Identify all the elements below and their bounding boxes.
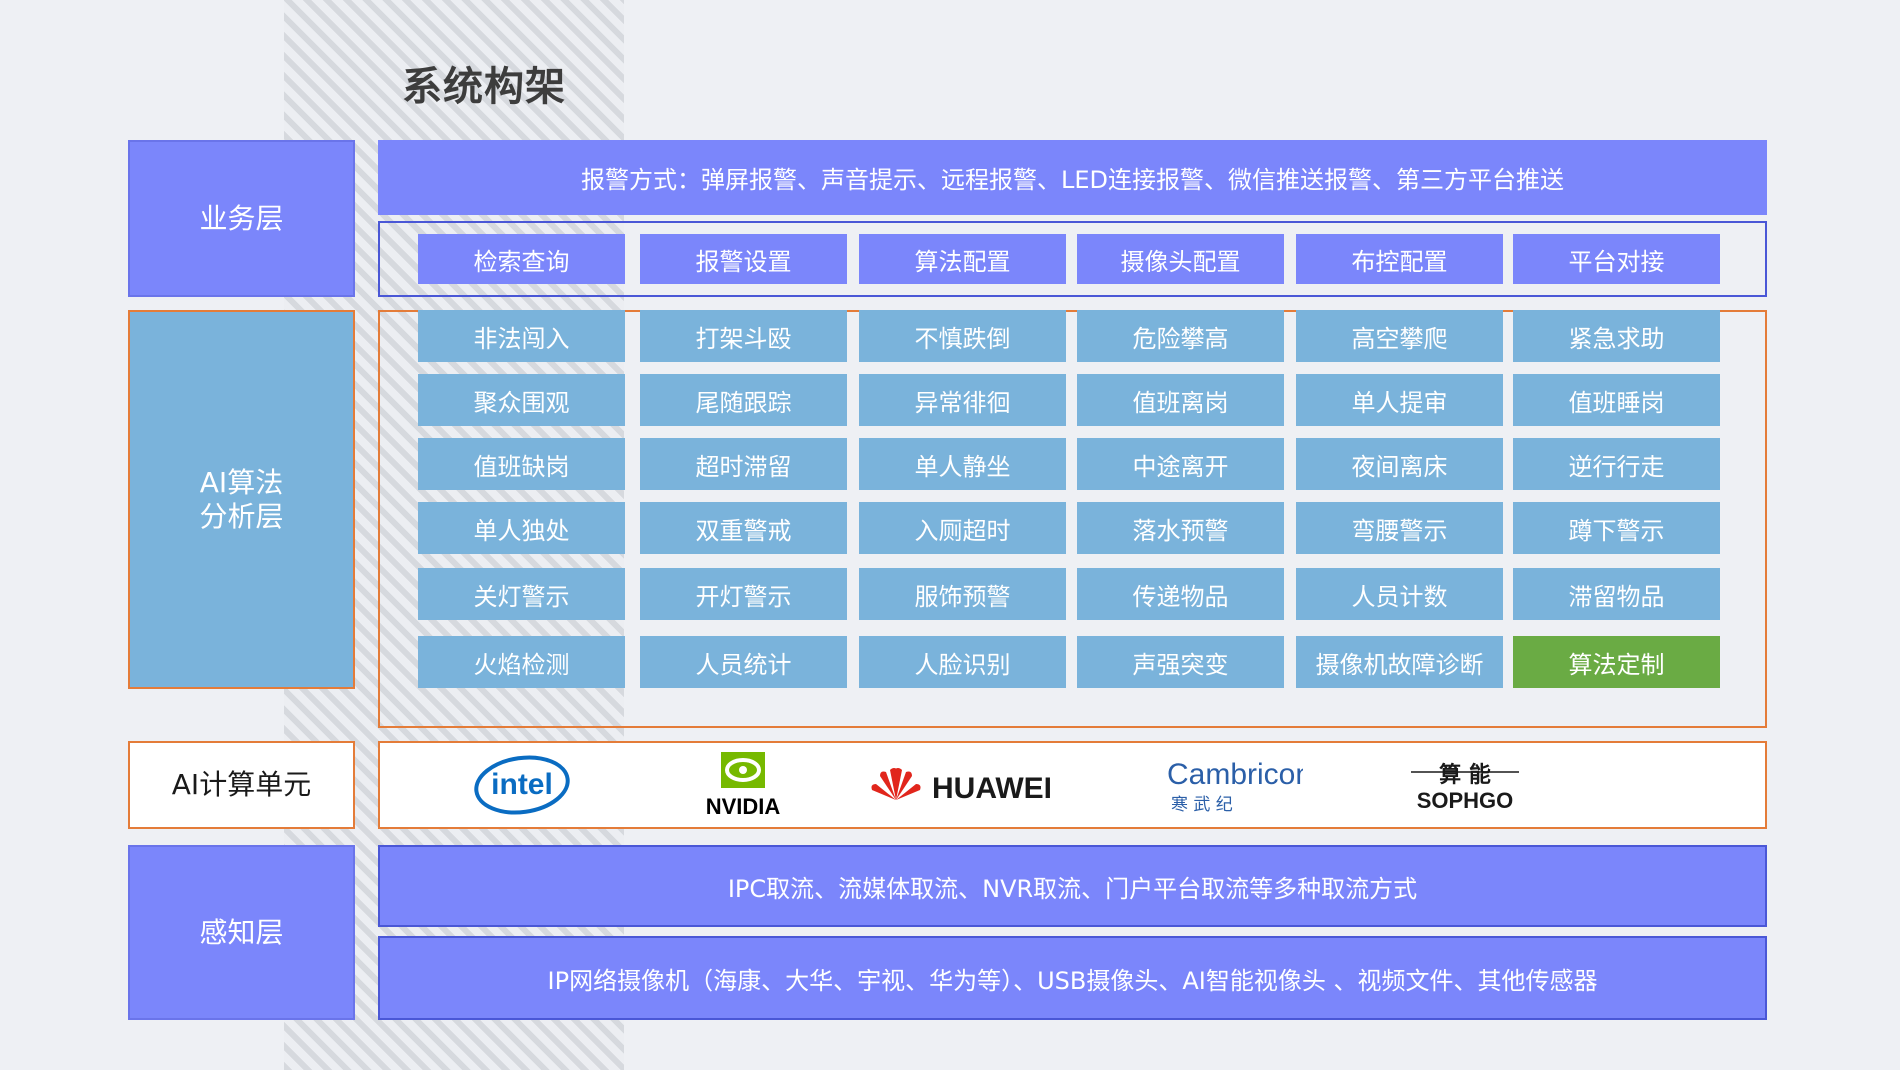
algorithm-cell: 紧急求助 xyxy=(1513,310,1720,362)
page-title: 系统构架 xyxy=(402,64,566,110)
algorithm-cell: 单人提审 xyxy=(1296,374,1503,426)
algorithm-cell: 人员计数 xyxy=(1296,568,1503,620)
layer-label-compute: AI计算单元 xyxy=(128,741,355,829)
algorithm-cell: 异常徘徊 xyxy=(859,374,1066,426)
algorithm-cell: 尾随跟踪 xyxy=(640,374,847,426)
intel-logo-text: intel xyxy=(491,768,553,801)
layer-label-business: 业务层 xyxy=(128,140,355,297)
algorithm-cell: 聚众围观 xyxy=(418,374,625,426)
cambricon-logo-text: Cambricon xyxy=(1167,758,1303,791)
algorithm-cell: 落水预警 xyxy=(1077,502,1284,554)
algorithm-cell: 传递物品 xyxy=(1077,568,1284,620)
algorithm-cell: 中途离开 xyxy=(1077,438,1284,490)
business-function-cell: 算法配置 xyxy=(859,234,1066,284)
business-function-cell: 平台对接 xyxy=(1513,234,1720,284)
algorithm-cell: 值班缺岗 xyxy=(418,438,625,490)
algorithm-cell: 入厕超时 xyxy=(859,502,1066,554)
algorithm-cell: 开灯警示 xyxy=(640,568,847,620)
intel-logo: intel xyxy=(472,752,572,822)
huawei-logo-text: HUAWEI xyxy=(932,772,1052,805)
business-function-cell: 摄像头配置 xyxy=(1077,234,1284,284)
algorithm-cell: 火焰检测 xyxy=(418,636,625,688)
sophgo-logo-text: SOPHGO xyxy=(1417,788,1514,813)
algorithm-cell: 值班睡岗 xyxy=(1513,374,1720,426)
nvidia-logo: NVIDIA xyxy=(693,750,793,824)
algorithm-cell: 超时滞留 xyxy=(640,438,847,490)
business-function-cell: 布控配置 xyxy=(1296,234,1503,284)
device-types-bar: IP网络摄像机（海康、大华、宇视、华为等）、USB摄像头、AI智能视像头 、视频… xyxy=(378,936,1767,1020)
stream-methods-bar: IPC取流、流媒体取流、NVR取流、门户平台取流等多种取流方式 xyxy=(378,845,1767,927)
sophgo-logo: 算 能 SOPHGO xyxy=(1403,758,1527,818)
algorithm-cell: 滞留物品 xyxy=(1513,568,1720,620)
algorithm-cell: 不慎跌倒 xyxy=(859,310,1066,362)
algorithm-cell: 值班离岗 xyxy=(1077,374,1284,426)
algorithm-cell: 人员统计 xyxy=(640,636,847,688)
cambricon-logo-cn: 寒 武 纪 xyxy=(1171,795,1233,815)
algorithm-cell: 服饰预警 xyxy=(859,568,1066,620)
huawei-logo: HUAWEI xyxy=(868,760,1068,814)
algorithm-cell: 双重警戒 xyxy=(640,502,847,554)
algorithm-cell: 非法闯入 xyxy=(418,310,625,362)
algorithm-cell: 蹲下警示 xyxy=(1513,502,1720,554)
algorithm-cell: 摄像机故障诊断 xyxy=(1296,636,1503,688)
cambricon-logo: Cambricon 寒 武 纪 xyxy=(1163,756,1312,820)
algorithm-custom-cell: 算法定制 xyxy=(1513,636,1720,688)
algorithm-cell: 声强突变 xyxy=(1077,636,1284,688)
algorithm-cell: 高空攀爬 xyxy=(1296,310,1503,362)
compute-logos-frame xyxy=(378,741,1767,829)
algorithm-cell: 单人静坐 xyxy=(859,438,1066,490)
algorithm-cell: 逆行行走 xyxy=(1513,438,1720,490)
algorithm-cell: 单人独处 xyxy=(418,502,625,554)
algorithm-cell: 夜间离床 xyxy=(1296,438,1503,490)
algorithm-cell: 危险攀高 xyxy=(1077,310,1284,362)
business-function-cell: 检索查询 xyxy=(418,234,625,284)
algorithm-cell: 打架斗殴 xyxy=(640,310,847,362)
layer-label-perception: 感知层 xyxy=(128,845,355,1020)
algorithm-cell: 人脸识别 xyxy=(859,636,1066,688)
algorithm-cell: 弯腰警示 xyxy=(1296,502,1503,554)
sophgo-logo-cn: 算 能 xyxy=(1439,762,1491,788)
business-function-cell: 报警设置 xyxy=(640,234,847,284)
layer-label-ai-analysis: AI算法 分析层 xyxy=(128,310,355,689)
algorithm-cell: 关灯警示 xyxy=(418,568,625,620)
nvidia-logo-text: NVIDIA xyxy=(706,794,781,819)
alarm-methods-bar: 报警方式：弹屏报警、声音提示、远程报警、LED连接报警、微信推送报警、第三方平台… xyxy=(378,140,1767,215)
